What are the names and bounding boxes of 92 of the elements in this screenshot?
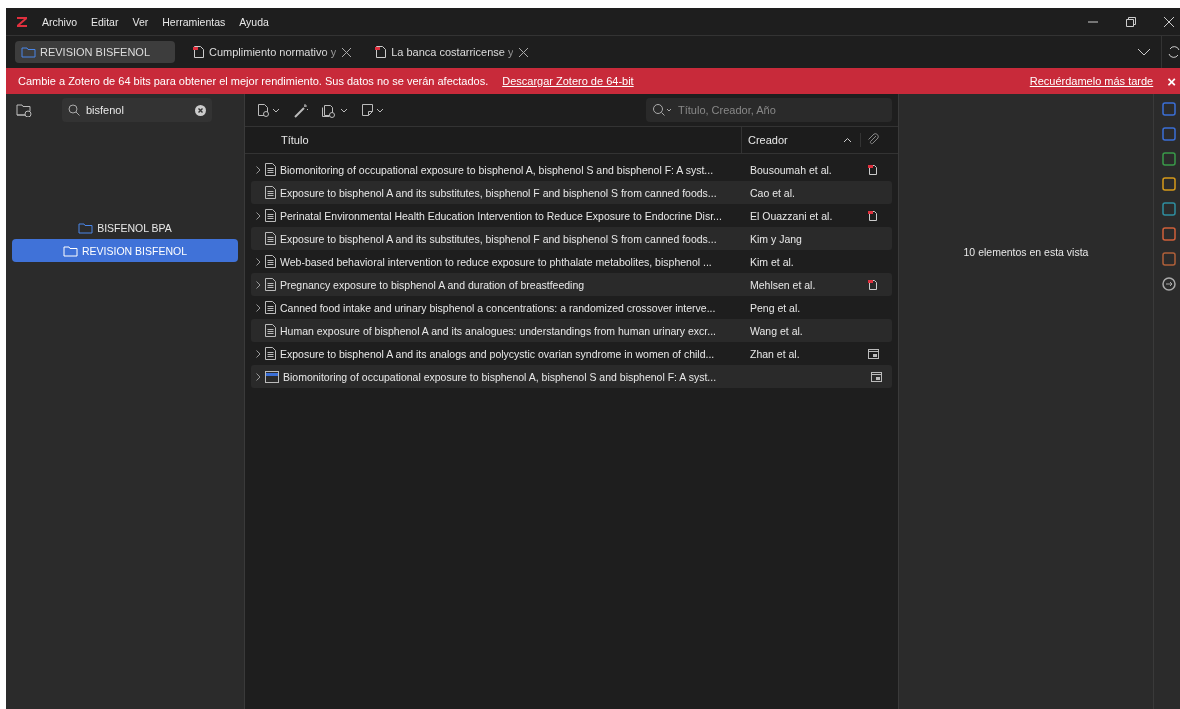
side-nav-icon[interactable] [1162,252,1176,266]
new-collection-icon[interactable] [16,103,32,117]
document-icon [265,255,276,268]
creator-cell-text: Kim et al. [749,255,795,268]
search-icon[interactable] [652,103,672,117]
paperclip-icon[interactable] [860,133,879,147]
magic-wand-icon[interactable] [293,102,309,118]
column-header[interactable]: Título [245,134,741,146]
expand-icon[interactable] [255,280,261,289]
sync-icon[interactable] [1168,45,1180,59]
creator-cell-text: Kim y Jang [749,232,803,245]
tab[interactable]: Cumplimiento normativo y [187,41,358,63]
title-cell-text: Exposure to bisphenol A and its substitutes, bisphenol F and bisphenol S from canned foods... [280,186,718,199]
title-cell-text: Web-based behavioral intervention to reduce exposure to phthalate metabolites, bisphenol ... [280,255,713,268]
tab[interactable]: REVISION BISFENOL [15,41,175,63]
expand-icon[interactable] [255,211,261,220]
close-tab-icon[interactable] [342,47,352,57]
creator-cell-text: Zhan et al. [749,347,801,360]
menu-item[interactable]: Ayuda [239,15,269,28]
expand-icon[interactable] [255,349,261,358]
title-cell-text: Biomonitoring of occupational exposure to bisphenol A, bisphenol S and bisphenol F: A syst... [283,370,718,383]
download-link[interactable]: Descargar Zotero de 64-bit [502,75,634,87]
collection-item[interactable]: REVISION BISFENOL [12,239,238,262]
folder-icon [21,46,36,58]
new-item-icon[interactable] [257,103,281,117]
title-cell-text: Human exposure of bisphenol A and its analogues: understandings from human urinary excr... [280,324,717,337]
expand-icon[interactable] [255,165,261,174]
collection-label[interactable]: REVISION BISFENOL [82,244,187,257]
banner-message: Cambie a Zotero de 64 bits para obtener el mejor rendimiento. Sus datos no se verán afectados. [18,75,489,87]
remind-later-link[interactable]: Recuérdamelo más tarde [1029,75,1154,87]
folder-icon [78,221,94,234]
title-cell-text: Exposure to bisphenol A and its substitutes, bisphenol F and bisphenol S from canned foods... [280,232,718,245]
menu-item[interactable]: Editar [91,15,119,28]
expand-icon[interactable] [255,257,261,266]
creator-cell-text: Bousoumah et al. [749,163,833,176]
sort-ascending-icon[interactable] [843,137,852,143]
collection-item[interactable]: BISFENOL BPA [12,216,238,239]
document-icon [265,301,276,314]
creator-cell-text: El Ouazzani et al. [749,209,834,222]
pdf-icon[interactable] [868,210,878,221]
item-count-text: 10 elementos en esta vista [963,245,1089,258]
snapshot-icon[interactable] [870,371,882,382]
collection-label[interactable]: BISFENOL BPA [97,221,172,234]
zotero-logo-icon [16,15,28,28]
new-note-icon[interactable] [361,103,385,117]
creator-cell-text: Peng et al. [749,301,802,314]
pdf-icon [375,45,388,59]
side-nav-icon[interactable] [1162,202,1176,216]
webpage-icon [265,370,279,383]
document-icon [265,324,276,337]
document-icon [265,209,276,222]
side-nav-icon[interactable] [1162,102,1176,116]
menu-item[interactable]: Archivo [42,15,77,28]
tab[interactable]: La banca costarricense y [369,41,535,63]
creator-cell-text: Wang et al. [749,324,804,337]
title-cell-text: Exposure to bisphenol A and its analogs and polycystic ovarian syndrome in women of child... [280,347,716,360]
column-header[interactable]: Creador [741,127,843,153]
snapshot-icon[interactable] [867,348,879,359]
add-attachment-icon[interactable] [321,102,349,118]
folder-icon [63,244,78,257]
side-nav-icon[interactable] [1162,177,1176,191]
close-tab-icon[interactable] [519,47,529,57]
search-icon [68,104,80,116]
close-icon[interactable] [1164,16,1174,27]
expand-icon[interactable] [255,372,261,381]
expand-icon[interactable] [255,303,261,312]
menu-item[interactable]: Herramientas [162,15,226,28]
creator-cell-text: Cao et al. [749,186,796,199]
document-icon [265,278,276,291]
locate-icon[interactable] [1162,277,1176,291]
search-field[interactable]: Título, Creador, Año [646,98,892,122]
restore-icon[interactable] [1126,16,1136,27]
document-icon [265,186,276,199]
pdf-icon[interactable] [868,164,878,175]
close-banner-button[interactable]: × [1167,72,1176,90]
clear-icon[interactable] [195,104,206,116]
creator-cell-text: Mehlsen et al. [749,278,817,291]
side-nav-icon[interactable] [1162,152,1176,166]
chevron-down-icon[interactable] [1137,48,1151,56]
document-icon [265,347,276,360]
menu-item[interactable]: Ver [132,15,149,28]
pdf-icon [193,45,205,59]
title-cell-text: Canned food intake and urinary bisphenol a concentrations: a randomized crossover interve... [280,301,717,314]
pdf-icon[interactable] [868,279,878,290]
side-nav-icon[interactable] [1162,127,1176,141]
title-cell-text: Pregnancy exposure to bisphenol A and duration of breastfeeding [280,278,586,291]
search-field[interactable]: bisfenol [62,98,212,122]
side-nav-icon[interactable] [1162,227,1176,241]
document-icon [265,163,276,176]
title-cell-text: Perinatal Environmental Health Education Intervention to Reduce Exposure to Endocrine Disr... [280,209,723,222]
document-icon [265,232,276,245]
title-cell-text: Biomonitoring of occupational exposure to bisphenol A, bisphenol S and bisphenol F: A syst... [280,163,715,176]
